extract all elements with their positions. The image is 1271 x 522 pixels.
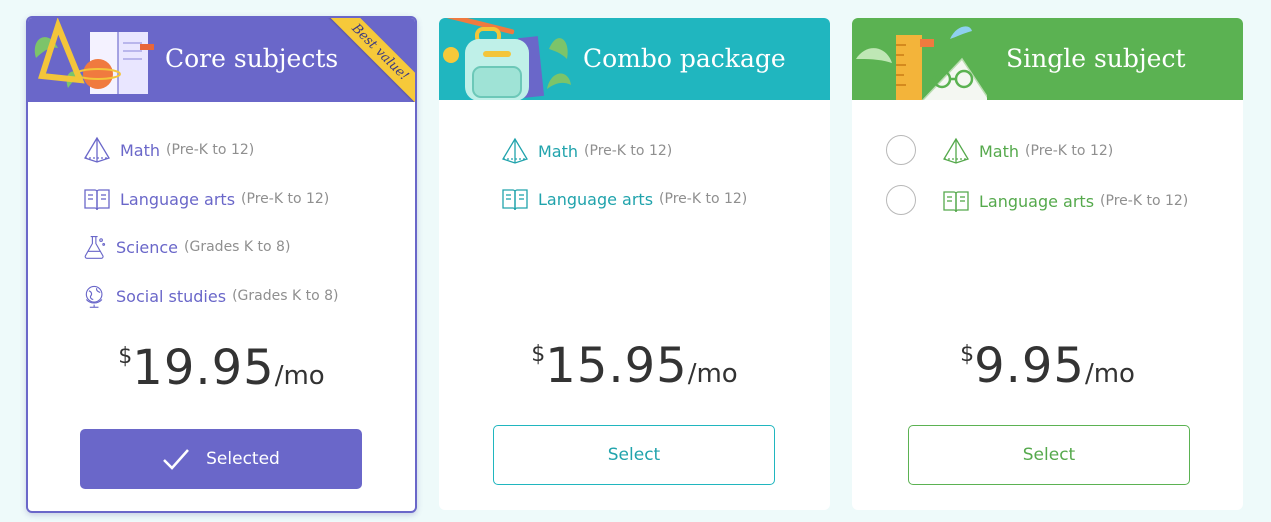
book-icon xyxy=(943,191,969,213)
price-period: /mo xyxy=(1084,359,1135,389)
plan-card-core-subjects[interactable]: Core subjects Best value! Math (Pre-K to… xyxy=(26,16,417,513)
subject-name: Science xyxy=(116,237,179,257)
ribbon-label: Best value! xyxy=(319,18,415,102)
pyramid-icon xyxy=(84,136,110,163)
plan-price: $9.95/mo xyxy=(852,338,1243,394)
backpack-illustration xyxy=(443,18,571,100)
best-value-ribbon: Best value! xyxy=(307,18,415,102)
subject-range: (Grades K to 8) xyxy=(232,288,339,304)
subject-math: Math (Pre-K to 12) xyxy=(941,137,1113,165)
subject-name: Math xyxy=(979,141,1020,161)
subject-name: Language arts xyxy=(120,189,236,209)
plan-card-single-subject[interactable]: Single subject Math (Pre-K to 12) Langua… xyxy=(852,18,1243,510)
price-currency: $ xyxy=(118,344,133,369)
book-icon xyxy=(84,189,110,211)
subject-language-arts: Language arts (Pre-K to 12) xyxy=(500,185,747,213)
globe-icon xyxy=(85,285,103,308)
subject-range: (Pre-K to 12) xyxy=(166,142,255,158)
price-amount: 9.95 xyxy=(974,338,1085,394)
subject-math: Math (Pre-K to 12) xyxy=(500,137,672,165)
selected-button[interactable]: Selected xyxy=(80,429,362,489)
plan-price: $19.95/mo xyxy=(28,340,415,396)
flask-icon xyxy=(84,236,106,259)
subject-science: Science (Grades K to 8) xyxy=(82,233,290,261)
select-button[interactable]: Select xyxy=(493,425,775,485)
price-currency: $ xyxy=(960,342,975,367)
subject-language-arts: Language arts (Pre-K to 12) xyxy=(941,187,1188,215)
subject-range: (Pre-K to 12) xyxy=(241,191,330,207)
subject-social-studies: Social studies (Grades K to 8) xyxy=(82,282,338,310)
subject-language-arts: Language arts (Pre-K to 12) xyxy=(82,185,329,213)
select-button[interactable]: Select xyxy=(908,425,1190,485)
price-period: /mo xyxy=(274,361,325,391)
subject-name: Social studies xyxy=(116,286,227,306)
pyramid-icon xyxy=(502,137,528,164)
math-radio[interactable] xyxy=(886,135,916,165)
plan-title: Single subject xyxy=(1006,44,1186,73)
school-supplies-illustration xyxy=(34,18,154,94)
book-icon xyxy=(502,189,528,211)
ruler-and-glasses-illustration xyxy=(856,26,987,100)
plan-title: Combo package xyxy=(583,44,786,73)
plan-price: $15.95/mo xyxy=(439,338,830,394)
subject-name: Math xyxy=(120,140,161,160)
price-period: /mo xyxy=(687,359,738,389)
plan-card-combo-package[interactable]: Combo package Math (Pre-K to 12) Languag… xyxy=(439,18,830,510)
price-currency: $ xyxy=(531,342,546,367)
subject-range: (Pre-K to 12) xyxy=(1025,143,1114,159)
subject-name: Math xyxy=(538,141,579,161)
subject-range: (Grades K to 8) xyxy=(184,239,291,255)
plan-banner: Single subject xyxy=(852,18,1243,100)
plan-banner: Core subjects Best value! xyxy=(28,18,415,102)
price-amount: 19.95 xyxy=(132,340,275,396)
price-amount: 15.95 xyxy=(545,338,688,394)
subject-range: (Pre-K to 12) xyxy=(1100,193,1189,209)
pyramid-icon xyxy=(943,137,969,164)
subject-range: (Pre-K to 12) xyxy=(584,143,673,159)
subject-range: (Pre-K to 12) xyxy=(659,191,748,207)
plan-banner: Combo package xyxy=(439,18,830,100)
subject-math: Math (Pre-K to 12) xyxy=(82,136,254,164)
subject-name: Language arts xyxy=(538,189,654,209)
subject-name: Language arts xyxy=(979,191,1095,211)
language-arts-radio[interactable] xyxy=(886,185,916,215)
button-label: Selected xyxy=(206,449,280,469)
checkmark-icon xyxy=(163,449,190,470)
